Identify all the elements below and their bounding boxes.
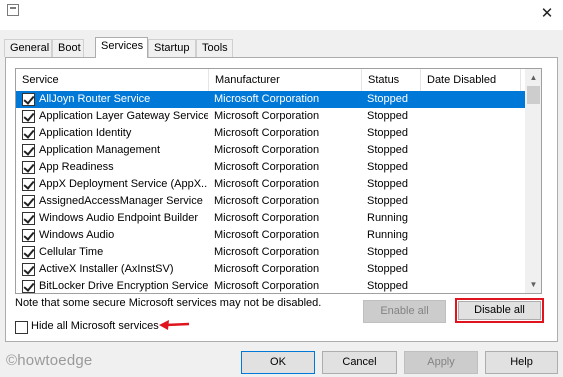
- manufacturer-cell: Microsoft Corporation: [214, 229, 320, 241]
- status-cell: Stopped: [367, 144, 408, 156]
- service-checkbox[interactable]: [22, 246, 35, 259]
- list-header: Service Manufacturer Status Date Disable…: [16, 69, 524, 91]
- table-row[interactable]: Windows Audio Endpoint Builder Microsoft …: [16, 210, 526, 227]
- column-header-date-disabled[interactable]: Date Disabled: [421, 69, 521, 91]
- tab-general[interactable]: General: [4, 39, 52, 57]
- manufacturer-cell: Microsoft Corporation: [214, 246, 320, 258]
- service-name-cell: AllJoyn Router Service: [38, 91, 208, 108]
- table-row[interactable]: AssignedAccessManager Service Microsoft C…: [16, 193, 526, 210]
- manufacturer-cell: Microsoft Corporation: [214, 93, 320, 105]
- service-name-cell: Application Identity: [39, 127, 132, 139]
- manufacturer-cell: Microsoft Corporation: [214, 195, 320, 207]
- column-header-service[interactable]: Service: [16, 69, 209, 91]
- manufacturer-cell: Microsoft Corporation: [214, 263, 320, 275]
- manufacturer-cell: Microsoft Corporation: [214, 280, 320, 292]
- tab-startup[interactable]: Startup: [148, 39, 196, 57]
- msconfig-app-icon: [7, 4, 19, 16]
- red-arrow-icon: [159, 320, 190, 330]
- help-button[interactable]: Help: [485, 351, 558, 374]
- service-checkbox[interactable]: [22, 110, 35, 123]
- status-cell: Stopped: [367, 263, 408, 275]
- ok-button[interactable]: OK: [241, 351, 315, 374]
- status-cell: Stopped: [367, 195, 408, 207]
- title-bar: [0, 0, 563, 30]
- service-name-cell: Application Layer Gateway Service: [39, 110, 208, 122]
- secure-services-note: Note that some secure Microsoft services…: [15, 297, 322, 309]
- tab-boot[interactable]: Boot: [52, 39, 84, 57]
- close-button[interactable]: ✕: [531, 0, 563, 28]
- service-checkbox[interactable]: [22, 178, 35, 191]
- status-cell: Running: [367, 212, 408, 224]
- table-row[interactable]: ActiveX Installer (AxInstSV) Microsoft Co…: [16, 261, 526, 278]
- status-cell: Stopped: [367, 93, 408, 105]
- table-row[interactable]: App Readiness Microsoft Corporation Stoppe…: [16, 159, 526, 176]
- service-name-cell: AppX Deployment Service (AppX...: [39, 178, 208, 190]
- status-cell: Stopped: [367, 178, 408, 190]
- status-cell: Stopped: [367, 110, 408, 122]
- service-name-cell: Windows Audio: [39, 229, 115, 241]
- scroll-up-arrow-icon[interactable]: ▲: [525, 69, 541, 86]
- hide-microsoft-services-checkbox[interactable]: [15, 321, 28, 334]
- scroll-thumb[interactable]: [527, 86, 540, 104]
- service-name-cell: Cellular Time: [39, 246, 104, 258]
- service-name-cell: App Readiness: [39, 161, 114, 173]
- enable-all-button[interactable]: Enable all: [363, 300, 446, 323]
- table-row[interactable]: Application Management Microsoft Corporat…: [16, 142, 526, 159]
- service-checkbox[interactable]: [22, 263, 35, 276]
- table-row[interactable]: AllJoyn Router Service Microsoft Corporat…: [16, 91, 526, 108]
- table-row[interactable]: BitLocker Drive Encryption Service Micros…: [16, 278, 526, 293]
- table-row[interactable]: Windows Audio Microsoft Corporation Runnin…: [16, 227, 526, 244]
- service-name-cell: Application Management: [39, 144, 161, 156]
- service-checkbox[interactable]: [22, 93, 35, 106]
- table-row[interactable]: Application Layer Gateway Service Microso…: [16, 108, 526, 125]
- watermark: ©howtoedge: [6, 352, 93, 369]
- status-cell: Stopped: [367, 246, 408, 258]
- tab-services[interactable]: Services: [95, 37, 148, 58]
- service-checkbox[interactable]: [22, 195, 35, 208]
- manufacturer-cell: Microsoft Corporation: [214, 144, 320, 156]
- status-cell: Stopped: [367, 280, 408, 292]
- services-list[interactable]: Service Manufacturer Status Date Disable…: [15, 68, 542, 294]
- manufacturer-cell: Microsoft Corporation: [214, 127, 320, 139]
- manufacturer-cell: Microsoft Corporation: [214, 212, 320, 224]
- column-header-status[interactable]: Status: [362, 69, 421, 91]
- tab-tools[interactable]: Tools: [196, 39, 233, 57]
- table-row[interactable]: AppX Deployment Service (AppX... Microsof…: [16, 176, 526, 193]
- disable-all-button[interactable]: Disable all: [458, 301, 541, 320]
- manufacturer-cell: Microsoft Corporation: [214, 161, 320, 173]
- service-name-cell: AssignedAccessManager Service: [39, 195, 203, 207]
- table-row[interactable]: Cellular Time Microsoft Corporation Stoppe…: [16, 244, 526, 261]
- status-cell: Running: [367, 229, 408, 241]
- status-cell: Stopped: [367, 127, 408, 139]
- cancel-button[interactable]: Cancel: [322, 351, 397, 374]
- hide-microsoft-services-label[interactable]: Hide all Microsoft services: [31, 320, 159, 332]
- scroll-down-arrow-icon[interactable]: ▼: [525, 276, 541, 293]
- vertical-scrollbar[interactable]: ▲ ▼: [525, 69, 541, 293]
- service-name-cell: BitLocker Drive Encryption Service: [39, 280, 208, 292]
- apply-button[interactable]: Apply: [404, 351, 478, 374]
- service-checkbox[interactable]: [22, 127, 35, 140]
- table-row[interactable]: Application Identity Microsoft Corporatio…: [16, 125, 526, 142]
- manufacturer-cell: Microsoft Corporation: [214, 178, 320, 190]
- service-checkbox[interactable]: [22, 161, 35, 174]
- service-name-cell: Windows Audio Endpoint Builder: [39, 212, 198, 224]
- manufacturer-cell: Microsoft Corporation: [214, 110, 320, 122]
- service-checkbox[interactable]: [22, 280, 35, 293]
- service-checkbox[interactable]: [22, 212, 35, 225]
- column-header-manufacturer[interactable]: Manufacturer: [209, 69, 362, 91]
- service-checkbox[interactable]: [22, 144, 35, 157]
- service-name-cell: ActiveX Installer (AxInstSV): [39, 263, 174, 275]
- list-rows: AllJoyn Router Service Microsoft Corporat…: [16, 91, 526, 293]
- status-cell: Stopped: [367, 161, 408, 173]
- service-checkbox[interactable]: [22, 229, 35, 242]
